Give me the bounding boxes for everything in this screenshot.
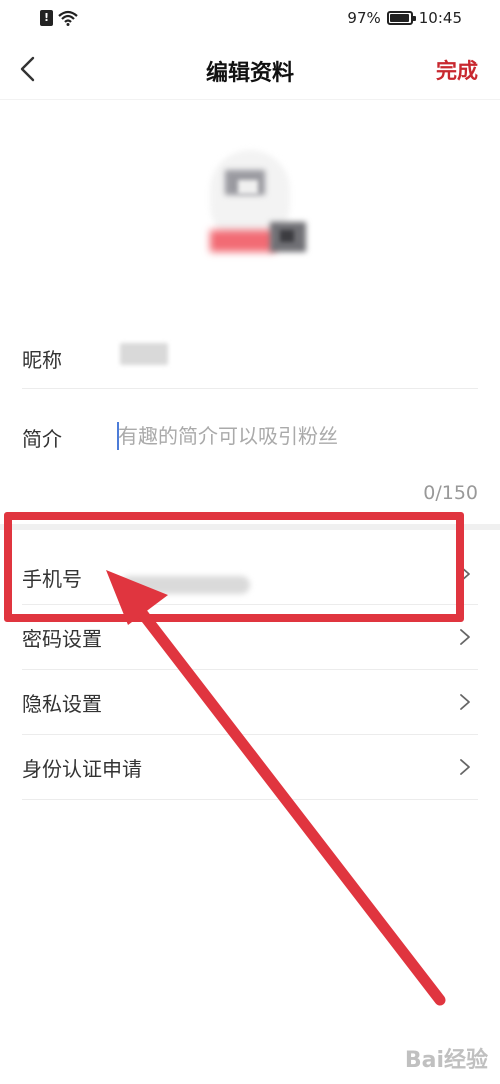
bio-label: 简介 [22,427,62,451]
status-right: 97% 10:45 [347,9,462,27]
identity-verification-row[interactable]: 身份认证申请 [22,735,478,799]
privacy-settings-label: 隐私设置 [22,692,102,716]
sim-alert-icon [40,10,53,26]
nav-bar: 编辑资料 完成 [0,40,500,100]
page-title: 编辑资料 [205,61,294,86]
password-settings-label: 密码设置 [22,627,102,651]
bio-input[interactable] [118,420,458,452]
avatar[interactable] [200,150,310,270]
divider [22,388,478,389]
chevron-right-icon [460,694,470,710]
chevron-right-icon [460,759,470,775]
battery-percent: 97% [347,9,381,27]
chevron-right-icon [460,629,470,645]
divider [22,799,478,800]
status-left [40,10,78,26]
done-button[interactable]: 完成 [436,55,478,85]
identity-verification-label: 身份认证申请 [22,757,142,781]
bio-char-counter: 0/150 [423,482,478,504]
annotation-highlight-box [4,512,464,622]
watermark-logo: Bai经验 [404,1048,488,1073]
nickname-row[interactable]: 昵称 [22,328,478,388]
wifi-icon [58,10,78,26]
clock: 10:45 [418,9,462,27]
nickname-label: 昵称 [22,348,62,372]
battery-icon [386,11,416,25]
nickname-value-blurred [120,343,168,365]
privacy-settings-row[interactable]: 隐私设置 [22,670,478,734]
status-bar: 97% 10:45 [0,0,500,40]
